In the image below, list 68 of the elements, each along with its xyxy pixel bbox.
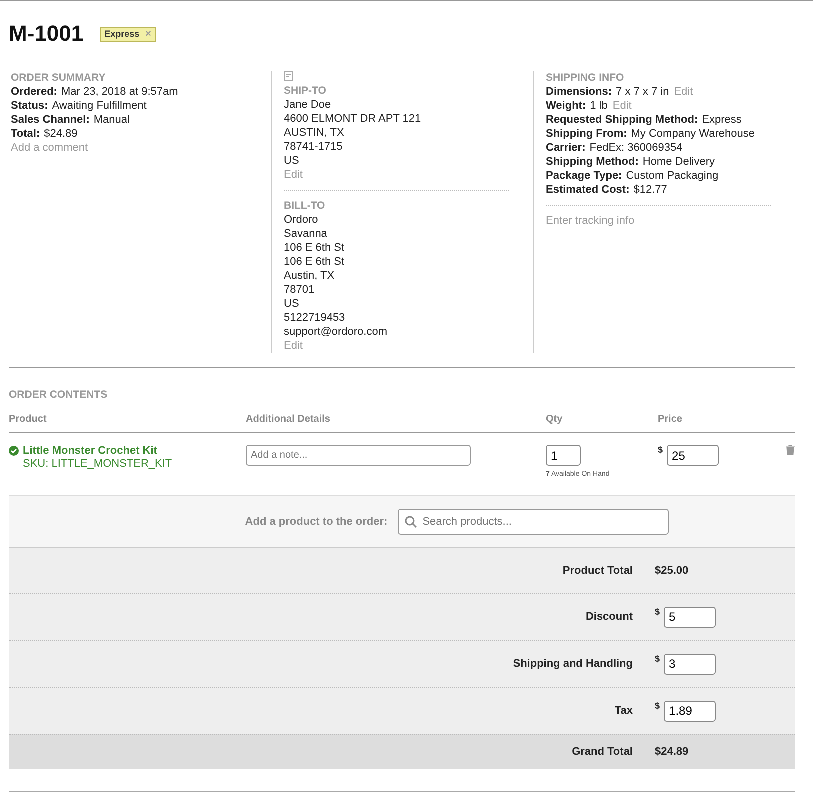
address-line: 106 E 6th St	[284, 241, 346, 255]
edit-link[interactable]: Edit	[284, 339, 303, 353]
address-line: Savanna	[284, 227, 328, 241]
search-field[interactable]: Search products...	[398, 508, 669, 534]
note-field[interactable]: Add a note...	[246, 445, 471, 466]
tracking-link[interactable]: Enter tracking info	[546, 214, 635, 228]
shipping-field: Package Type: Custom Packaging	[546, 170, 719, 182]
shipping-field: Dimensions: 7 x 7 x 7 in	[546, 86, 670, 98]
total-label: Grand Total	[572, 746, 633, 758]
amount-field[interactable]: 3	[664, 654, 716, 674]
total-label: Shipping and Handling	[513, 658, 633, 670]
shipping-field: Shipping Method: Home Delivery	[546, 156, 716, 168]
total-label: Product Total	[562, 564, 633, 576]
column-header: Price	[658, 414, 682, 425]
amount-field[interactable]: 5	[664, 606, 716, 628]
shipping-field: Weight: 1 lb	[546, 100, 608, 112]
shipping-field: Carrier: FedEx: 360069354	[546, 142, 683, 154]
add-comment-link[interactable]: Add a comment	[11, 141, 88, 155]
section-heading: SHIP-TO	[284, 84, 328, 98]
summary-field: Sales Channel: Manual	[11, 113, 259, 127]
currency-symbol: $	[655, 606, 660, 616]
address-line: 4600 ELMONT DR APT 121	[284, 112, 422, 126]
address-line: US	[284, 297, 300, 311]
total-value: $25.00	[655, 564, 690, 576]
section-heading: BILL-TO	[284, 199, 326, 213]
notes-icon[interactable]	[284, 71, 293, 81]
amount-field[interactable]: 1.89	[664, 700, 716, 722]
address-line: 106 E 6th St	[284, 255, 346, 269]
shipping-field: Estimated Cost: $12.77	[546, 184, 668, 196]
section-heading: SHIPPING INFO	[546, 71, 626, 85]
product-sku: SKU: LITTLE_MONSTER_KIT	[22, 457, 174, 471]
shipping-field: Requested Shipping Method: Express	[546, 114, 742, 126]
currency-symbol: $	[655, 700, 660, 710]
address-line: US	[284, 154, 300, 168]
address-line: 5122719453	[284, 311, 346, 325]
currency-symbol: $	[658, 445, 664, 455]
price-field[interactable]: 25	[667, 445, 720, 466]
add-product-label: Add a product to the order:	[245, 516, 388, 528]
section-heading: ORDER CONTENTS	[9, 388, 109, 402]
section-heading: ORDER SUMMARY	[11, 71, 107, 85]
edit-link[interactable]: Edit	[674, 86, 694, 98]
summary-field: Status: Awaiting Fulfillment	[11, 99, 259, 113]
total-label: Tax	[614, 705, 633, 717]
column-header: Qty	[546, 414, 563, 425]
summary-field: Total: $24.89	[11, 127, 259, 141]
address-line: Jane Doe	[284, 98, 332, 112]
qty-field[interactable]: 1	[546, 445, 581, 466]
total-value: $24.89	[655, 746, 690, 758]
currency-symbol: $	[655, 654, 660, 664]
summary-field: Ordered: Mar 23, 2018 at 9:57am	[11, 85, 259, 99]
address-line: 78741-1715	[284, 140, 344, 154]
address-line: 78701	[284, 283, 316, 297]
product-name[interactable]: Little Monster Crochet Kit	[23, 445, 158, 457]
total-label: Discount	[586, 611, 633, 623]
address-line: AUSTIN, TX	[284, 126, 346, 140]
order-tag[interactable]: Express ×	[100, 26, 156, 42]
column-header: Product	[9, 414, 47, 425]
order-number: M-1001	[9, 21, 84, 47]
check-circle-icon	[9, 446, 19, 456]
column-header: Additional Details	[246, 414, 330, 425]
search-icon	[404, 516, 417, 528]
edit-link[interactable]: Edit	[284, 168, 303, 182]
address-line: Ordoro	[284, 213, 320, 227]
shipping-field: Shipping From: My Company Warehouse	[546, 128, 755, 140]
address-line: support@ordoro.com	[284, 325, 388, 339]
edit-link[interactable]: Edit	[612, 100, 632, 112]
address-line: Austin, TX	[284, 269, 336, 283]
trash-icon[interactable]	[786, 445, 795, 455]
